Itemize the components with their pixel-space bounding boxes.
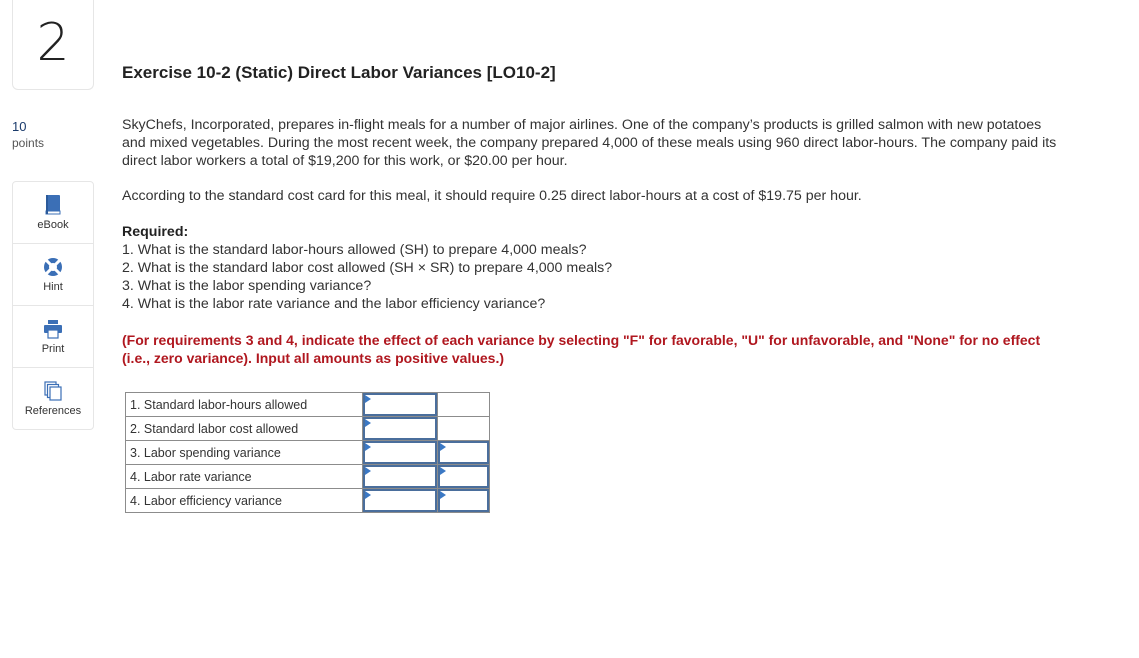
references-label: References (24, 404, 82, 417)
print-label: Print (41, 342, 65, 355)
amount-input[interactable] (363, 489, 437, 512)
question-number-card: 2 (12, 0, 94, 90)
effect-select[interactable] (438, 441, 489, 464)
requirements-section: Required: 1. What is the standard labor-… (122, 223, 1062, 313)
print-button[interactable]: Print (13, 306, 93, 368)
hint-label: Hint (43, 280, 63, 293)
row-label: 2. Standard labor cost allowed (125, 416, 363, 441)
requirement-item: 2. What is the standard labor cost allow… (122, 260, 613, 276)
scenario-paragraph: SkyChefs, Incorporated, prepares in-flig… (122, 117, 1057, 169)
table-row: 3. Labor spending variance (125, 440, 490, 465)
table-row: 4. Labor rate variance (125, 464, 490, 489)
question-number: 2 (36, 12, 70, 73)
references-button[interactable]: References (13, 368, 93, 429)
book-icon (43, 194, 63, 215)
row-label: 4. Labor efficiency variance (125, 488, 363, 513)
hint-button[interactable]: Hint (13, 244, 93, 306)
instructions-note: (For requirements 3 and 4, indicate the … (122, 332, 1041, 366)
documents-icon (43, 380, 63, 401)
points-info: 10 points (12, 119, 44, 151)
exercise-title: Exercise 10-2 (Static) Direct Labor Vari… (122, 63, 556, 82)
points-label: points (12, 136, 45, 150)
ebook-label: eBook (37, 218, 69, 231)
table-row: 4. Labor efficiency variance (125, 488, 490, 513)
amount-input[interactable] (363, 417, 437, 440)
row-label: 3. Labor spending variance (125, 440, 363, 465)
table-row: 1. Standard labor-hours allowed (125, 392, 490, 417)
printer-icon (43, 319, 63, 339)
tools-panel: eBook Hint Print References (12, 181, 94, 430)
row-label: 4. Labor rate variance (125, 464, 363, 489)
effect-select[interactable] (438, 465, 489, 488)
requirement-item: 1. What is the standard labor-hours allo… (122, 242, 587, 258)
standard-cost-paragraph: According to the standard cost card for … (122, 188, 862, 204)
table-row: 2. Standard labor cost allowed (125, 416, 490, 441)
amount-input[interactable] (363, 441, 437, 464)
ebook-button[interactable]: eBook (13, 182, 93, 244)
empty-cell (437, 416, 490, 441)
amount-input[interactable] (363, 393, 437, 416)
empty-cell (437, 392, 490, 417)
row-label: 1. Standard labor-hours allowed (125, 392, 363, 417)
lifebuoy-icon (43, 257, 63, 277)
requirement-item: 3. What is the labor spending variance? (122, 278, 372, 294)
amount-input[interactable] (363, 465, 437, 488)
points-value: 10 (12, 119, 27, 134)
requirement-item: 4. What is the labor rate variance and t… (122, 296, 546, 312)
required-heading: Required: (122, 224, 189, 240)
answer-table: 1. Standard labor-hours allowed 2. Stand… (125, 392, 490, 513)
effect-select[interactable] (438, 489, 489, 512)
